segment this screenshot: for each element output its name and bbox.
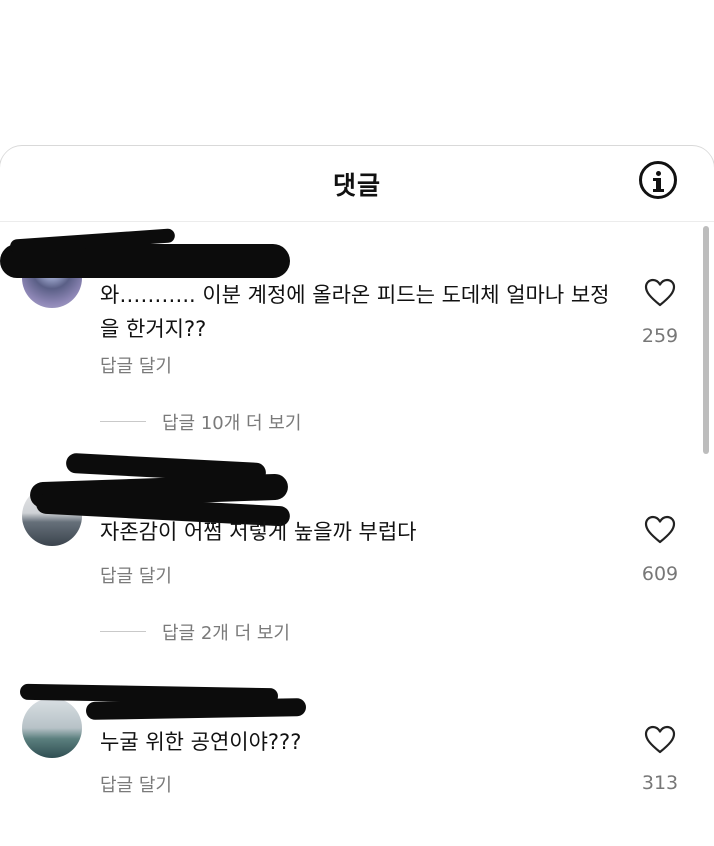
info-icon[interactable] [639, 161, 677, 199]
divider-line [100, 421, 146, 422]
sheet-title: 댓글 [332, 171, 381, 200]
scrollbar[interactable] [703, 226, 709, 454]
like-count: 313 [641, 772, 679, 794]
reply-button[interactable]: 답글 달기 [100, 562, 172, 588]
heart-icon[interactable] [644, 278, 676, 308]
view-more-replies-label: 답글 10개 더 보기 [162, 413, 302, 434]
divider-line [100, 631, 146, 632]
reply-button[interactable]: 답글 달기 [100, 352, 172, 378]
comment-text: 누굴 위한 공연이야??? [100, 730, 302, 754]
comment-text: 와……….. 이분 계정에 올라온 피드는 도데체 얼마나 보정을 한거지?? [100, 283, 610, 341]
sheet-header: 댓글 [0, 146, 714, 222]
reply-button[interactable]: 답글 달기 [100, 771, 172, 797]
heart-icon[interactable] [644, 515, 676, 545]
like-count: 259 [641, 325, 679, 347]
view-more-replies-label: 답글 2개 더 보기 [162, 623, 290, 644]
comment-text: 자존감이 어쩜 저렇게 높을까 부럽다 [100, 520, 417, 544]
heart-icon[interactable] [644, 725, 676, 755]
avatar[interactable] [22, 698, 82, 758]
like-count: 609 [641, 563, 679, 585]
redaction-mark [85, 698, 307, 720]
